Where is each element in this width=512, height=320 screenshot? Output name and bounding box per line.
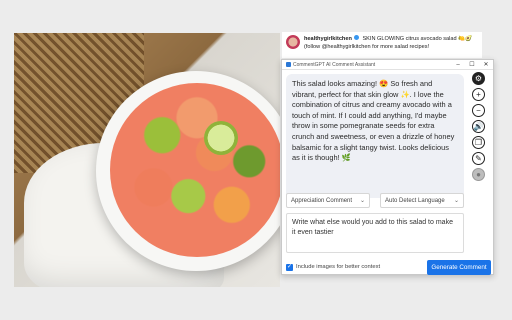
include-images-label[interactable]: Include images for better context <box>296 264 427 270</box>
maximize-button[interactable]: ☐ <box>465 60 479 70</box>
language-select[interactable]: Auto Detect Language ⌄ <box>380 193 464 208</box>
copy-icon[interactable]: ❐ <box>472 136 485 149</box>
citrus-avocado-salad <box>110 83 280 257</box>
add-icon[interactable]: + <box>472 88 485 101</box>
chevron-down-icon: ⌄ <box>359 198 365 204</box>
window-title: CommentGPT AI Comment Assistant <box>293 61 376 68</box>
option-selects: Appreciation Comment ⌄ Auto Detect Langu… <box>286 193 464 208</box>
screen: healthygirlkitchen SKIN GLOWING citrus a… <box>0 0 512 320</box>
lime-slice <box>204 121 238 155</box>
generated-comment[interactable]: This salad looks amazing! 😍 So fresh and… <box>286 74 464 198</box>
minimize-button[interactable]: – <box>451 60 465 70</box>
window-titlebar[interactable]: CommentGPT AI Comment Assistant – ☐ ✕ <box>282 60 493 70</box>
caption-text-block: healthygirlkitchen SKIN GLOWING citrus a… <box>304 35 482 51</box>
salad-photo <box>14 33 280 287</box>
speaker-icon[interactable]: 🔊 <box>472 120 485 133</box>
app-icon <box>286 62 291 67</box>
language-value: Auto Detect Language <box>385 197 445 204</box>
caption-username[interactable]: healthygirlkitchen <box>304 36 352 42</box>
chevron-down-icon: ⌄ <box>453 198 459 204</box>
remove-icon[interactable]: − <box>472 104 485 117</box>
comment-type-value: Appreciation Comment <box>291 197 353 204</box>
settings-icon[interactable]: ⚙ <box>472 72 485 85</box>
prompt-input[interactable]: Write what else would you add to this sa… <box>286 213 464 253</box>
close-button[interactable]: ✕ <box>479 60 493 70</box>
include-images-checkbox[interactable]: ✓ <box>286 263 293 271</box>
avatar[interactable] <box>286 35 300 49</box>
comment-assistant-window: CommentGPT AI Comment Assistant – ☐ ✕ Th… <box>281 59 494 275</box>
verified-badge-icon <box>353 35 359 40</box>
generate-comment-button[interactable]: Generate Comment <box>427 259 491 275</box>
comment-type-select[interactable]: Appreciation Comment ⌄ <box>286 193 370 208</box>
action-row: ✓ Include images for better context Gene… <box>286 259 491 275</box>
record-icon[interactable]: ● <box>472 168 485 181</box>
post-caption: healthygirlkitchen SKIN GLOWING citrus a… <box>282 32 482 58</box>
tool-strip: ⚙ + − 🔊 ❐ ✎ ● <box>470 72 488 181</box>
edit-icon[interactable]: ✎ <box>472 152 485 165</box>
